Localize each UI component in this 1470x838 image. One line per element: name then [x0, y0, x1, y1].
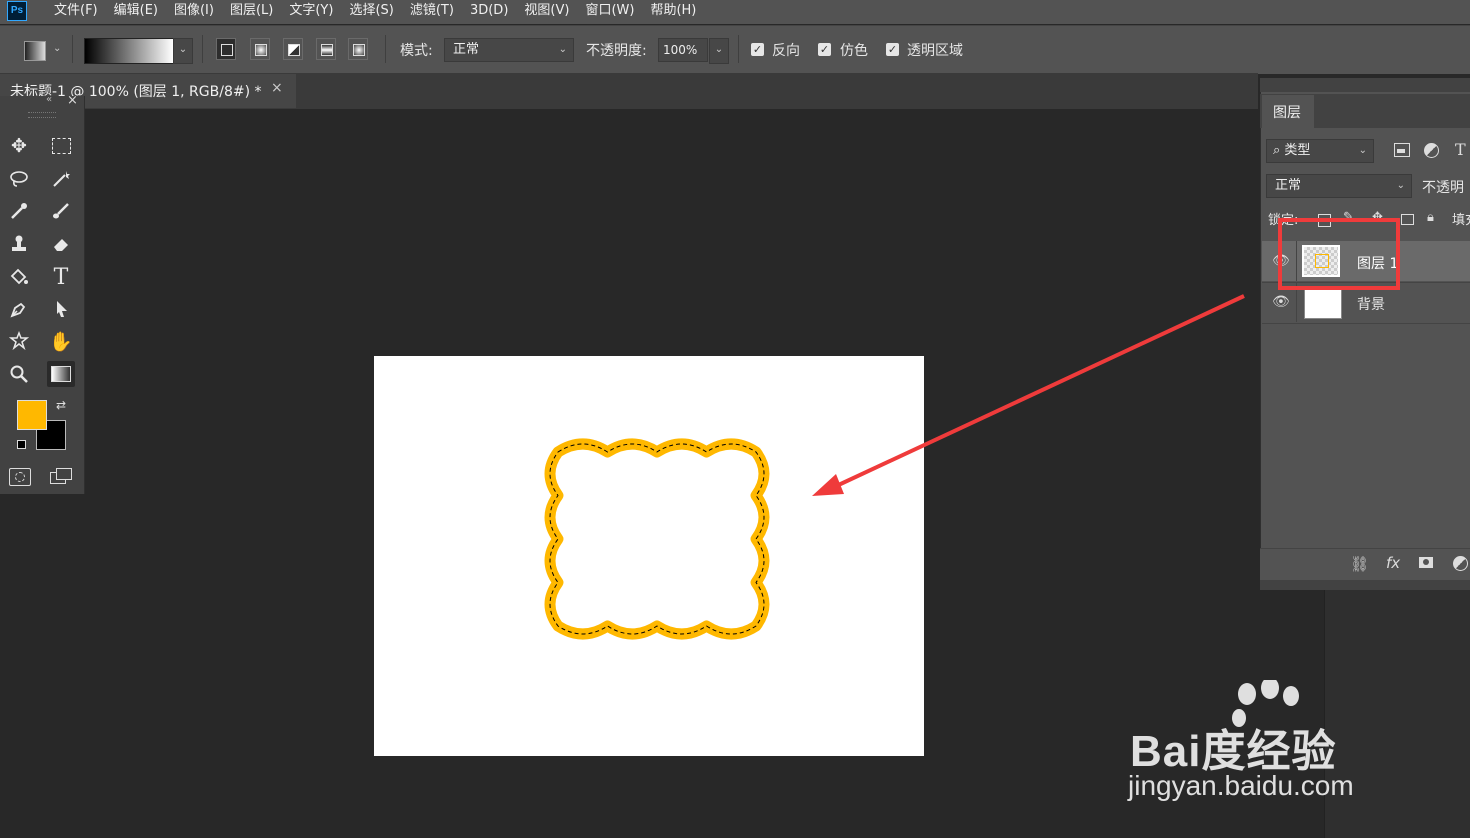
transparency-checkbox[interactable]: ✓ — [886, 43, 899, 56]
brush-tool-icon[interactable] — [47, 198, 75, 224]
quick-mask-icon[interactable] — [9, 468, 31, 486]
fx-icon[interactable]: fx — [1386, 554, 1400, 572]
move-tool-icon[interactable]: ✥ — [5, 133, 33, 159]
menu-type[interactable]: 文字(Y) — [281, 0, 341, 24]
menu-select[interactable]: 选择(S) — [341, 0, 401, 24]
custom-shape-tool-icon[interactable] — [5, 328, 33, 354]
zoom-tool-icon[interactable] — [5, 361, 33, 387]
radial-gradient-button[interactable] — [250, 38, 270, 60]
hand-tool-icon[interactable]: ✋ — [47, 328, 75, 354]
menu-image[interactable]: 图像(I) — [166, 0, 222, 24]
filter-type-icon[interactable]: T — [1455, 140, 1466, 159]
blend-mode-select[interactable]: 正常 ⌄ — [1266, 174, 1412, 198]
diamond-gradient-button[interactable] — [348, 38, 368, 60]
blend-mode-value: 正常 — [1275, 178, 1302, 193]
panel-resize-grip[interactable] — [1260, 580, 1470, 590]
link-layers-icon[interactable]: ⛓︎ — [1350, 555, 1369, 573]
swap-colors-icon[interactable]: ⇄ — [56, 398, 66, 412]
chevron-down-icon: ⌄ — [1358, 145, 1367, 156]
transparency-label: 透明区域 — [907, 43, 963, 59]
dither-checkbox[interactable]: ✓ — [818, 43, 831, 56]
menu-help[interactable]: 帮助(H) — [642, 0, 704, 24]
pen-tool-icon[interactable] — [5, 296, 33, 322]
gradient-dropdown-chevron-icon[interactable]: ⌄ — [173, 38, 193, 64]
background-layer-name: 背景 — [1357, 297, 1385, 313]
divider — [738, 35, 739, 63]
tab-layers-label: 图层 — [1273, 105, 1301, 121]
baidu-watermark-url: jingyan.baidu.com — [1128, 770, 1354, 801]
search-icon: ⌕ — [1273, 143, 1281, 158]
lasso-tool-icon[interactable] — [5, 166, 33, 192]
menu-filter[interactable]: 滤镜(T) — [402, 0, 462, 24]
gradient-tool-preset-icon[interactable] — [24, 41, 46, 61]
menu-3d[interactable]: 3D(D) — [462, 0, 516, 24]
angle-gradient-button[interactable] — [283, 38, 303, 60]
divider — [1262, 323, 1470, 324]
linear-gradient-button[interactable] — [216, 38, 236, 60]
type-tool-icon[interactable]: T — [47, 264, 75, 290]
chevron-down-icon: ⌄ — [558, 44, 567, 55]
toolbox-grip[interactable] — [28, 112, 56, 118]
menu-file[interactable]: 文件(F) — [46, 0, 106, 24]
menu-items: 文件(F) 编辑(E) 图像(I) 图层(L) 文字(Y) 选择(S) 滤镜(T… — [46, 0, 704, 24]
visibility-eye-icon[interactable]: 👁︎ — [1272, 294, 1290, 310]
toolbox-close-icon[interactable]: × — [67, 93, 78, 108]
stamp-tool-icon[interactable] — [5, 231, 33, 257]
reflected-gradient-button[interactable] — [316, 38, 336, 60]
collapse-icon[interactable]: « — [46, 94, 52, 105]
path-selection-tool-icon[interactable] — [47, 296, 75, 322]
fill-label: 填充 — [1452, 213, 1470, 228]
photoshop-logo-icon: Ps — [7, 1, 27, 21]
layer-filter-label: 类型 — [1284, 143, 1311, 158]
filter-image-icon[interactable] — [1394, 143, 1410, 157]
menu-view[interactable]: 视图(V) — [516, 0, 577, 24]
gradient-swatch[interactable] — [84, 38, 174, 64]
menu-window[interactable]: 窗口(W) — [577, 0, 642, 24]
divider — [385, 35, 386, 63]
opacity-label: 不透明度: — [586, 43, 647, 59]
magic-wand-tool-icon[interactable] — [47, 166, 75, 192]
opacity-label-panel: 不透明 — [1422, 180, 1464, 196]
close-icon[interactable]: × — [271, 80, 283, 96]
annotation-highlight-box — [1278, 218, 1400, 290]
reverse-label: 反向 — [772, 43, 800, 59]
paint-bucket-tool-icon[interactable] — [5, 264, 33, 290]
marquee-tool-icon[interactable] — [47, 133, 75, 159]
opacity-dropdown-chevron-icon[interactable]: ⌄ — [709, 38, 729, 64]
filter-adjustment-icon[interactable] — [1424, 143, 1439, 158]
chevron-down-icon: ⌄ — [1396, 180, 1405, 191]
mode-value: 正常 — [453, 42, 480, 57]
screen-mode-icon[interactable] — [50, 468, 72, 484]
lock-artboard-icon[interactable] — [1401, 214, 1414, 225]
layer-filter-select[interactable]: ⌕ 类型 ⌄ — [1266, 139, 1374, 163]
lock-all-icon[interactable]: 🔒︎ — [1427, 210, 1434, 225]
default-colors-icon[interactable] — [17, 440, 26, 449]
gradient-tool-icon[interactable] — [47, 361, 75, 387]
divider — [72, 35, 73, 63]
wavy-frame-shape — [544, 438, 770, 640]
eyedropper-tool-icon[interactable] — [5, 198, 33, 224]
menu-edit[interactable]: 编辑(E) — [106, 0, 166, 24]
reverse-checkbox[interactable]: ✓ — [751, 43, 764, 56]
menu-layer[interactable]: 图层(L) — [222, 0, 281, 24]
new-adjustment-layer-icon[interactable] — [1453, 556, 1468, 571]
background-thumbnail — [1304, 287, 1342, 319]
chevron-down-icon[interactable]: ⌄ — [53, 43, 61, 54]
add-mask-icon[interactable] — [1419, 557, 1433, 568]
foreground-color-fill — [17, 400, 47, 430]
divider — [202, 35, 203, 63]
baidu-paw-icon — [1225, 677, 1315, 754]
panel-header[interactable] — [1260, 78, 1470, 92]
mode-select[interactable]: 正常 ⌄ — [444, 38, 574, 62]
eraser-tool-icon[interactable] — [47, 231, 75, 257]
dither-label: 仿色 — [840, 43, 868, 59]
opacity-input[interactable]: 100% — [658, 38, 708, 62]
mode-label: 模式: — [400, 43, 433, 59]
